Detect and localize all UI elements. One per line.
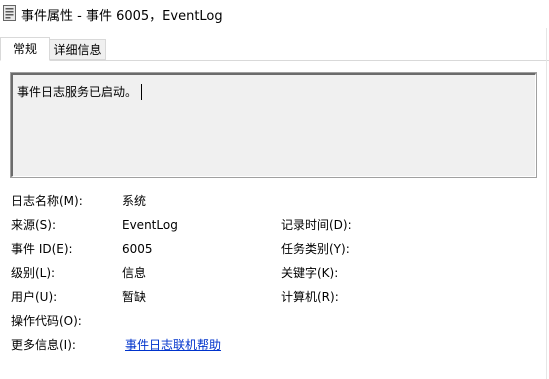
event-id-label: 事件 ID(E):	[11, 242, 73, 256]
event-properties-icon	[3, 5, 16, 21]
tab-strip-border	[0, 60, 549, 61]
event-description-text: 事件日志服务已启动。	[17, 83, 143, 100]
event-id-value: 6005	[122, 242, 153, 256]
source-label: 来源(S):	[11, 218, 57, 232]
window-title: 事件属性 - 事件 6005，EventLog	[21, 9, 223, 24]
level-value: 信息	[122, 266, 147, 280]
redacted-values-area	[351, 205, 497, 312]
user-value: 暂缺	[122, 290, 147, 304]
computer-label: 计算机(R):	[281, 290, 339, 304]
tab-general[interactable]: 常规	[0, 37, 50, 61]
more-info-label: 更多信息(I):	[11, 338, 76, 352]
title-bar: 事件属性 - 事件 6005，EventLog	[0, 0, 549, 28]
logged-label: 记录时间(D):	[281, 218, 352, 232]
log-name-value: 系统	[122, 194, 147, 208]
keywords-label: 关键字(K):	[281, 266, 339, 280]
online-help-link[interactable]: 事件日志联机帮助	[125, 338, 221, 353]
opcode-label: 操作代码(O):	[11, 314, 82, 328]
text-caret	[141, 84, 143, 100]
log-name-label: 日志名称(M):	[11, 194, 83, 208]
tab-details[interactable]: 详细信息	[50, 39, 106, 60]
source-value: EventLog	[122, 218, 178, 232]
user-label: 用户(U):	[11, 290, 58, 304]
task-category-label: 任务类别(Y):	[281, 242, 350, 256]
window-right-edge	[546, 28, 547, 379]
event-description-box[interactable]: 事件日志服务已启动。	[10, 72, 537, 178]
level-label: 级别(L):	[11, 266, 56, 280]
